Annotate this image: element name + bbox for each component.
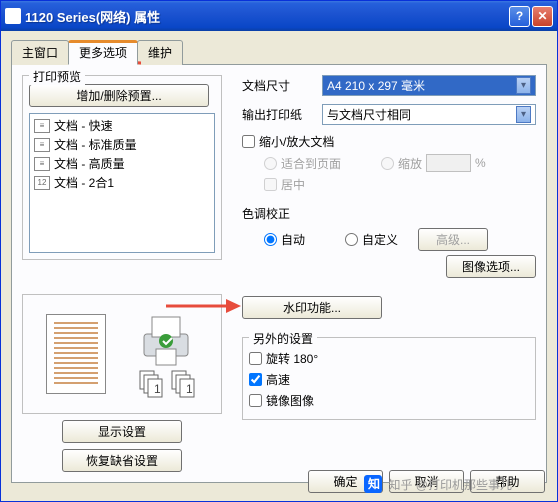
- extra-settings-label: 另外的设置: [249, 330, 317, 347]
- output-paper-label: 输出打印纸: [242, 106, 322, 123]
- fit-page-label: 适合到页面: [281, 155, 341, 172]
- show-settings-button[interactable]: 显示设置: [62, 420, 182, 443]
- custom-label: 自定义: [362, 231, 398, 248]
- highspeed-checkbox[interactable]: [249, 373, 262, 386]
- paper-size-row: 文档尺寸 A4 210 x 297 毫米 ▾: [242, 75, 536, 96]
- content-area: 主窗口 更多选项 维护 打印预览 增加/删除预置... ≡文档 - 快速 ≡文档…: [1, 31, 557, 501]
- list-item[interactable]: ≡文档 - 快速: [32, 116, 212, 135]
- auto-label: 自动: [281, 231, 305, 248]
- pages-icon: 1: [136, 369, 166, 399]
- doc-icon: 12: [34, 176, 50, 190]
- doc-icon: ≡: [34, 157, 50, 171]
- pages-icon: 1: [168, 369, 198, 399]
- paper-size-label: 文档尺寸: [242, 77, 322, 94]
- output-paper-select[interactable]: 与文档尺寸相同 ▾: [322, 104, 536, 125]
- fit-page-row: 适合到页面 缩放 %: [264, 154, 536, 172]
- printer-preview: 1 1: [136, 309, 198, 399]
- extra-settings-group: 另外的设置 旋转 180° 高速 镜像图像: [242, 337, 536, 420]
- tab-bar: 主窗口 更多选项 维护: [11, 39, 547, 65]
- svg-text:知: 知: [367, 476, 380, 491]
- help-button[interactable]: ?: [509, 6, 530, 27]
- printer-icon: [136, 309, 196, 369]
- zoom-radio: [381, 157, 394, 170]
- custom-radio[interactable]: [345, 233, 358, 246]
- window-title: 1120 Series(网络) 属性: [25, 7, 507, 26]
- list-item[interactable]: ≡文档 - 标准质量: [32, 135, 212, 154]
- color-correction-section: 色调校正 自动 自定义 高级... 图像选项...: [242, 205, 536, 278]
- list-item[interactable]: ≡文档 - 高质量: [32, 154, 212, 173]
- app-icon: [5, 8, 21, 24]
- source-watermark: 知 知乎 @打印机那些事儿: [364, 475, 512, 493]
- watermark-row: 水印功能...: [242, 296, 536, 319]
- zoom-label: 缩放: [398, 155, 422, 172]
- tab-more-options[interactable]: 更多选项: [68, 40, 138, 65]
- list-item[interactable]: 12文档 - 2合1: [32, 173, 212, 192]
- print-preview-group: 打印预览 增加/删除预置... ≡文档 - 快速 ≡文档 - 标准质量 ≡文档 …: [22, 75, 222, 260]
- rotate-checkbox[interactable]: [249, 352, 262, 365]
- mirror-label: 镜像图像: [266, 392, 314, 409]
- chevron-down-icon: ▾: [516, 77, 531, 94]
- zoom-check-label: 缩小/放大文档: [259, 133, 334, 150]
- left-column: 打印预览 增加/删除预置... ≡文档 - 快速 ≡文档 - 标准质量 ≡文档 …: [22, 75, 222, 472]
- visual-preview: 1 1: [22, 294, 222, 414]
- advanced-button: 高级...: [418, 228, 488, 251]
- tab-panel: 打印预览 增加/删除预置... ≡文档 - 快速 ≡文档 - 标准质量 ≡文档 …: [11, 65, 547, 483]
- watermark-button[interactable]: 水印功能...: [242, 296, 382, 319]
- output-paper-row: 输出打印纸 与文档尺寸相同 ▾: [242, 104, 536, 125]
- titlebar: 1120 Series(网络) 属性 ? ✕: [1, 1, 557, 31]
- paper-size-select[interactable]: A4 210 x 297 毫米 ▾: [322, 75, 536, 96]
- center-row: 居中: [264, 176, 536, 193]
- zoom-percent-input: [426, 154, 471, 172]
- add-remove-preset-button[interactable]: 增加/删除预置...: [29, 84, 209, 107]
- doc-icon: ≡: [34, 138, 50, 152]
- center-checkbox: [264, 178, 277, 191]
- zoom-checkbox[interactable]: [242, 135, 255, 148]
- rotate-label: 旋转 180°: [266, 350, 318, 367]
- tab-main-window[interactable]: 主窗口: [11, 40, 69, 65]
- doc-icon: ≡: [34, 119, 50, 133]
- tab-maintenance[interactable]: 维护: [137, 40, 183, 65]
- document-preview-icon: [46, 314, 106, 394]
- restore-defaults-button[interactable]: 恢复缺省设置: [62, 449, 182, 472]
- svg-text:1: 1: [154, 382, 161, 396]
- close-button[interactable]: ✕: [532, 6, 553, 27]
- mirror-checkbox[interactable]: [249, 394, 262, 407]
- center-label: 居中: [281, 176, 305, 193]
- auto-radio[interactable]: [264, 233, 277, 246]
- zoom-check-row: 缩小/放大文档: [242, 133, 536, 150]
- svg-text:1: 1: [186, 382, 193, 396]
- properties-window: 1120 Series(网络) 属性 ? ✕ 主窗口 更多选项 维护 打印预览 …: [0, 0, 558, 502]
- right-column: 文档尺寸 A4 210 x 297 毫米 ▾ 输出打印纸 与文档尺寸相同 ▾ 缩: [222, 75, 536, 472]
- chevron-down-icon: ▾: [516, 106, 531, 123]
- zhihu-icon: 知: [364, 475, 382, 493]
- image-options-button[interactable]: 图像选项...: [446, 255, 536, 278]
- percent-label: %: [475, 156, 486, 170]
- preview-group-label: 打印预览: [29, 68, 85, 85]
- preset-list[interactable]: ≡文档 - 快速 ≡文档 - 标准质量 ≡文档 - 高质量 12文档 - 2合1: [29, 113, 215, 253]
- fit-page-radio: [264, 157, 277, 170]
- color-label: 色调校正: [242, 205, 536, 222]
- highspeed-label: 高速: [266, 371, 290, 388]
